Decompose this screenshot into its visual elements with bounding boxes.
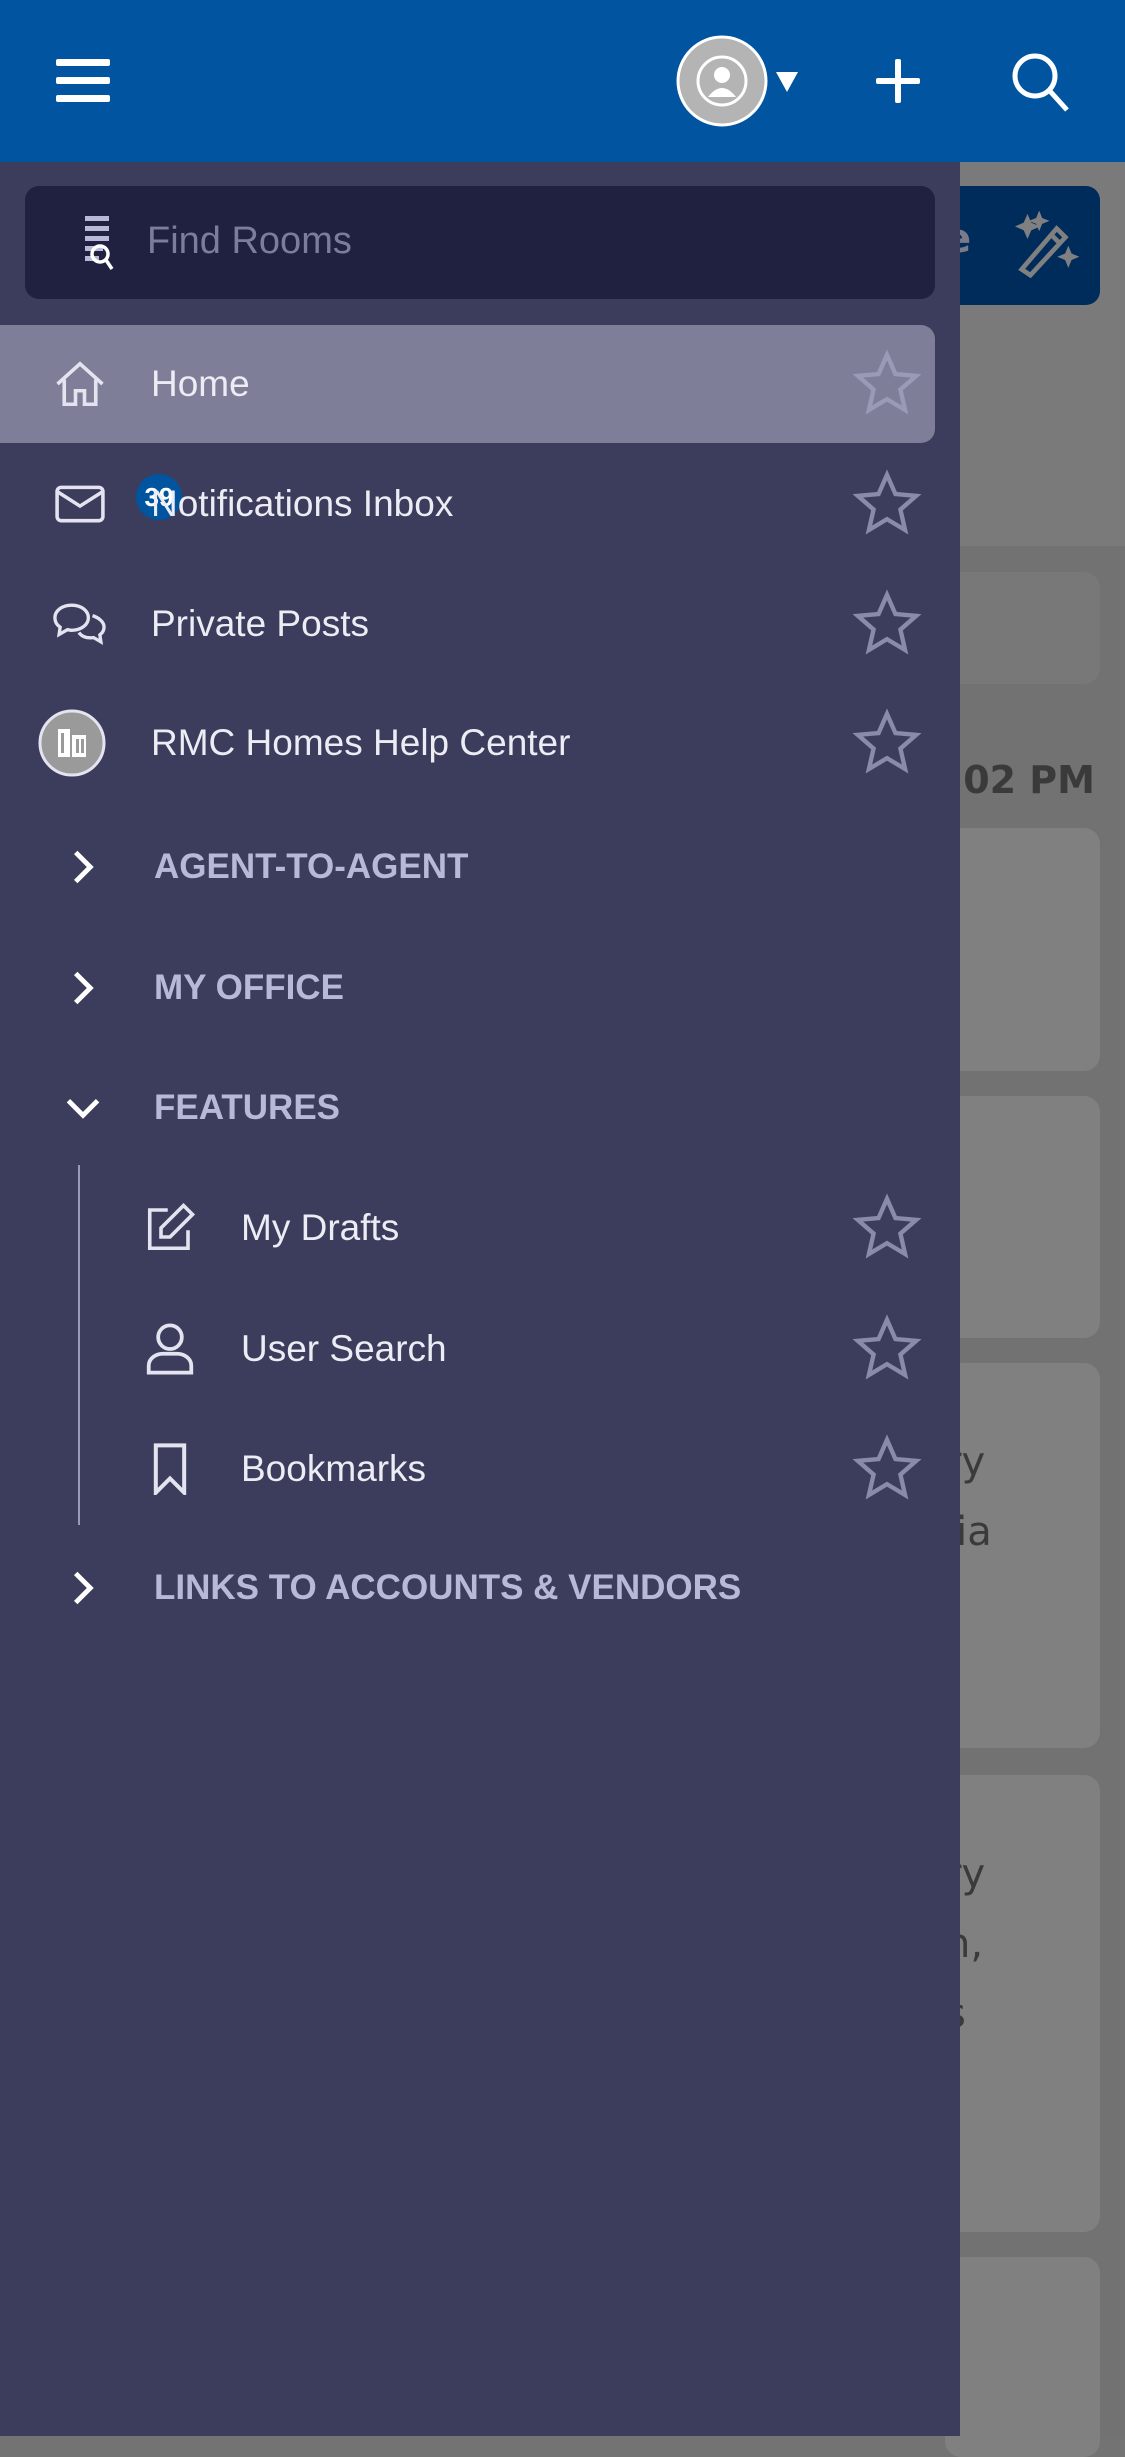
background-card	[945, 572, 1100, 684]
nav-item-rmc-homes-help-center[interactable]: RMC Homes Help Center	[0, 684, 935, 802]
background-card: ry lia	[945, 1363, 1100, 1748]
nav-item-label: RMC Homes Help Center	[151, 722, 571, 763]
chevron-right-icon	[58, 960, 108, 1016]
user-avatar-icon	[676, 35, 768, 127]
nav-item-label: User Search	[241, 1328, 447, 1369]
section-features[interactable]: FEATURES	[0, 1049, 935, 1167]
nav-item-home[interactable]: Home	[0, 325, 935, 443]
nav-item-label: Notifications Inbox	[151, 483, 454, 524]
building-icon	[38, 709, 106, 777]
user-icon	[142, 1321, 198, 1377]
chevron-right-icon	[58, 839, 108, 895]
star-icon[interactable]	[852, 469, 922, 539]
star-icon[interactable]	[852, 1193, 922, 1263]
nav-item-label: Private Posts	[151, 603, 369, 644]
section-label: AGENT-TO-AGENT	[154, 847, 469, 886]
envelope-icon: 39	[52, 474, 182, 532]
star-icon[interactable]	[852, 708, 922, 778]
section-my-office[interactable]: MY OFFICE	[0, 929, 935, 1047]
nav-item-label: Home	[151, 363, 250, 404]
find-rooms-search[interactable]: Find Rooms	[25, 186, 935, 299]
edit-icon	[142, 1200, 198, 1256]
nav-item-notifications-inbox[interactable]: 39 Notifications Inbox	[0, 445, 935, 563]
section-label: MY OFFICE	[154, 968, 344, 1007]
section-links-to-accounts-vendors[interactable]: LINKS TO ACCOUNTS & VENDORS	[0, 1529, 935, 1647]
background-card	[945, 1096, 1100, 1338]
background-card: ry h, s	[945, 1775, 1100, 2232]
rooms-search-icon	[85, 216, 114, 270]
nav-item-user-search[interactable]: User Search	[0, 1290, 935, 1408]
home-icon	[52, 356, 108, 412]
chat-bubbles-icon	[52, 596, 108, 652]
find-rooms-placeholder: Find Rooms	[147, 220, 352, 262]
star-icon[interactable]	[852, 589, 922, 659]
navigation-drawer: Find Rooms Home 39 Notifications Inbox P…	[0, 162, 960, 2436]
section-label: FEATURES	[154, 1088, 341, 1127]
bookmark-icon	[142, 1441, 198, 1497]
section-label: LINKS TO ACCOUNTS & VENDORS	[154, 1568, 742, 1607]
star-icon[interactable]	[852, 1434, 922, 1504]
time-fragment: :02 PM	[948, 758, 1095, 802]
star-icon[interactable]	[852, 349, 922, 419]
hamburger-icon[interactable]	[56, 50, 112, 112]
chevron-right-icon	[58, 1560, 108, 1616]
plus-icon[interactable]	[873, 50, 923, 112]
magic-wand-icon	[1014, 211, 1080, 279]
avatar-menu-button[interactable]	[673, 35, 803, 127]
nav-item-label: Bookmarks	[241, 1448, 427, 1489]
nav-item-bookmarks[interactable]: Bookmarks	[0, 1410, 935, 1528]
nav-item-my-drafts[interactable]: My Drafts	[0, 1169, 935, 1287]
star-icon[interactable]	[852, 1314, 922, 1384]
background-card	[945, 828, 1100, 1071]
caret-down-icon	[776, 72, 798, 92]
section-agent-to-agent[interactable]: AGENT-TO-AGENT	[0, 808, 935, 926]
nav-item-private-posts[interactable]: Private Posts	[0, 565, 935, 683]
nav-item-label: My Drafts	[241, 1207, 400, 1248]
search-icon[interactable]	[1008, 50, 1072, 112]
chevron-down-icon	[58, 1080, 108, 1136]
background-card	[945, 2257, 1100, 2457]
top-bar	[0, 0, 1125, 162]
